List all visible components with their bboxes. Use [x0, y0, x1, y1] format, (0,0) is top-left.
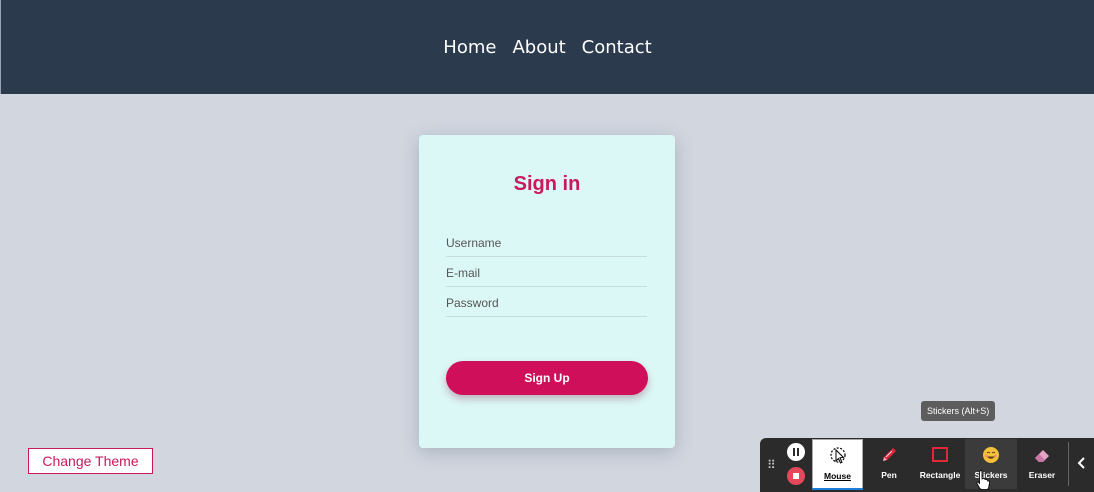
change-theme-button[interactable]: Change Theme	[28, 448, 153, 474]
signin-title: Sign in	[513, 173, 581, 195]
username-input[interactable]	[446, 229, 647, 257]
tool-eraser-label: Eraser	[1028, 470, 1056, 480]
pen-icon	[863, 445, 915, 465]
rectangle-icon	[914, 445, 966, 465]
nav-link-about[interactable]: About	[512, 37, 565, 58]
tool-pen[interactable]: Pen	[863, 439, 915, 489]
tool-mouse-label: Mouse	[824, 471, 851, 481]
active-tool-indicator	[812, 488, 863, 490]
stickers-tooltip: Stickers (Alt+S)	[921, 401, 996, 421]
email-input[interactable]	[446, 259, 647, 287]
top-navbar: Home About Contact	[0, 0, 1094, 94]
tool-eraser[interactable]: Eraser	[1016, 439, 1068, 489]
drag-handle-icon[interactable]: ⠿	[767, 458, 777, 472]
annotation-toolbar: ⠿ Mouse Pen Rectangle Stickers Eraser	[760, 438, 1094, 492]
sticker-icon	[965, 445, 1017, 465]
stop-button[interactable]	[787, 467, 805, 485]
stop-icon	[793, 473, 799, 479]
tool-stickers-label: Stickers	[974, 470, 1008, 480]
hand-pointer-icon	[976, 470, 990, 490]
tool-rectangle[interactable]: Rectangle	[914, 439, 966, 489]
tool-pen-label: Pen	[881, 470, 897, 480]
tool-rectangle-label: Rectangle	[919, 470, 961, 480]
signin-card: Sign in Sign Up	[419, 135, 675, 448]
nav-link-home[interactable]: Home	[443, 37, 496, 58]
nav-link-contact[interactable]: Contact	[582, 37, 652, 58]
chevron-left-icon	[1077, 456, 1085, 469]
eraser-icon	[1016, 445, 1068, 465]
toolbar-divider	[1068, 442, 1069, 486]
pause-icon	[793, 448, 799, 456]
tool-mouse[interactable]: Mouse	[812, 439, 863, 489]
password-input[interactable]	[446, 289, 647, 317]
pause-button[interactable]	[787, 443, 805, 461]
collapse-toolbar-button[interactable]	[1072, 452, 1092, 476]
tool-stickers[interactable]: Stickers	[965, 439, 1017, 489]
sign-up-button[interactable]: Sign Up	[446, 361, 648, 395]
mouse-cursor-icon	[813, 446, 862, 466]
